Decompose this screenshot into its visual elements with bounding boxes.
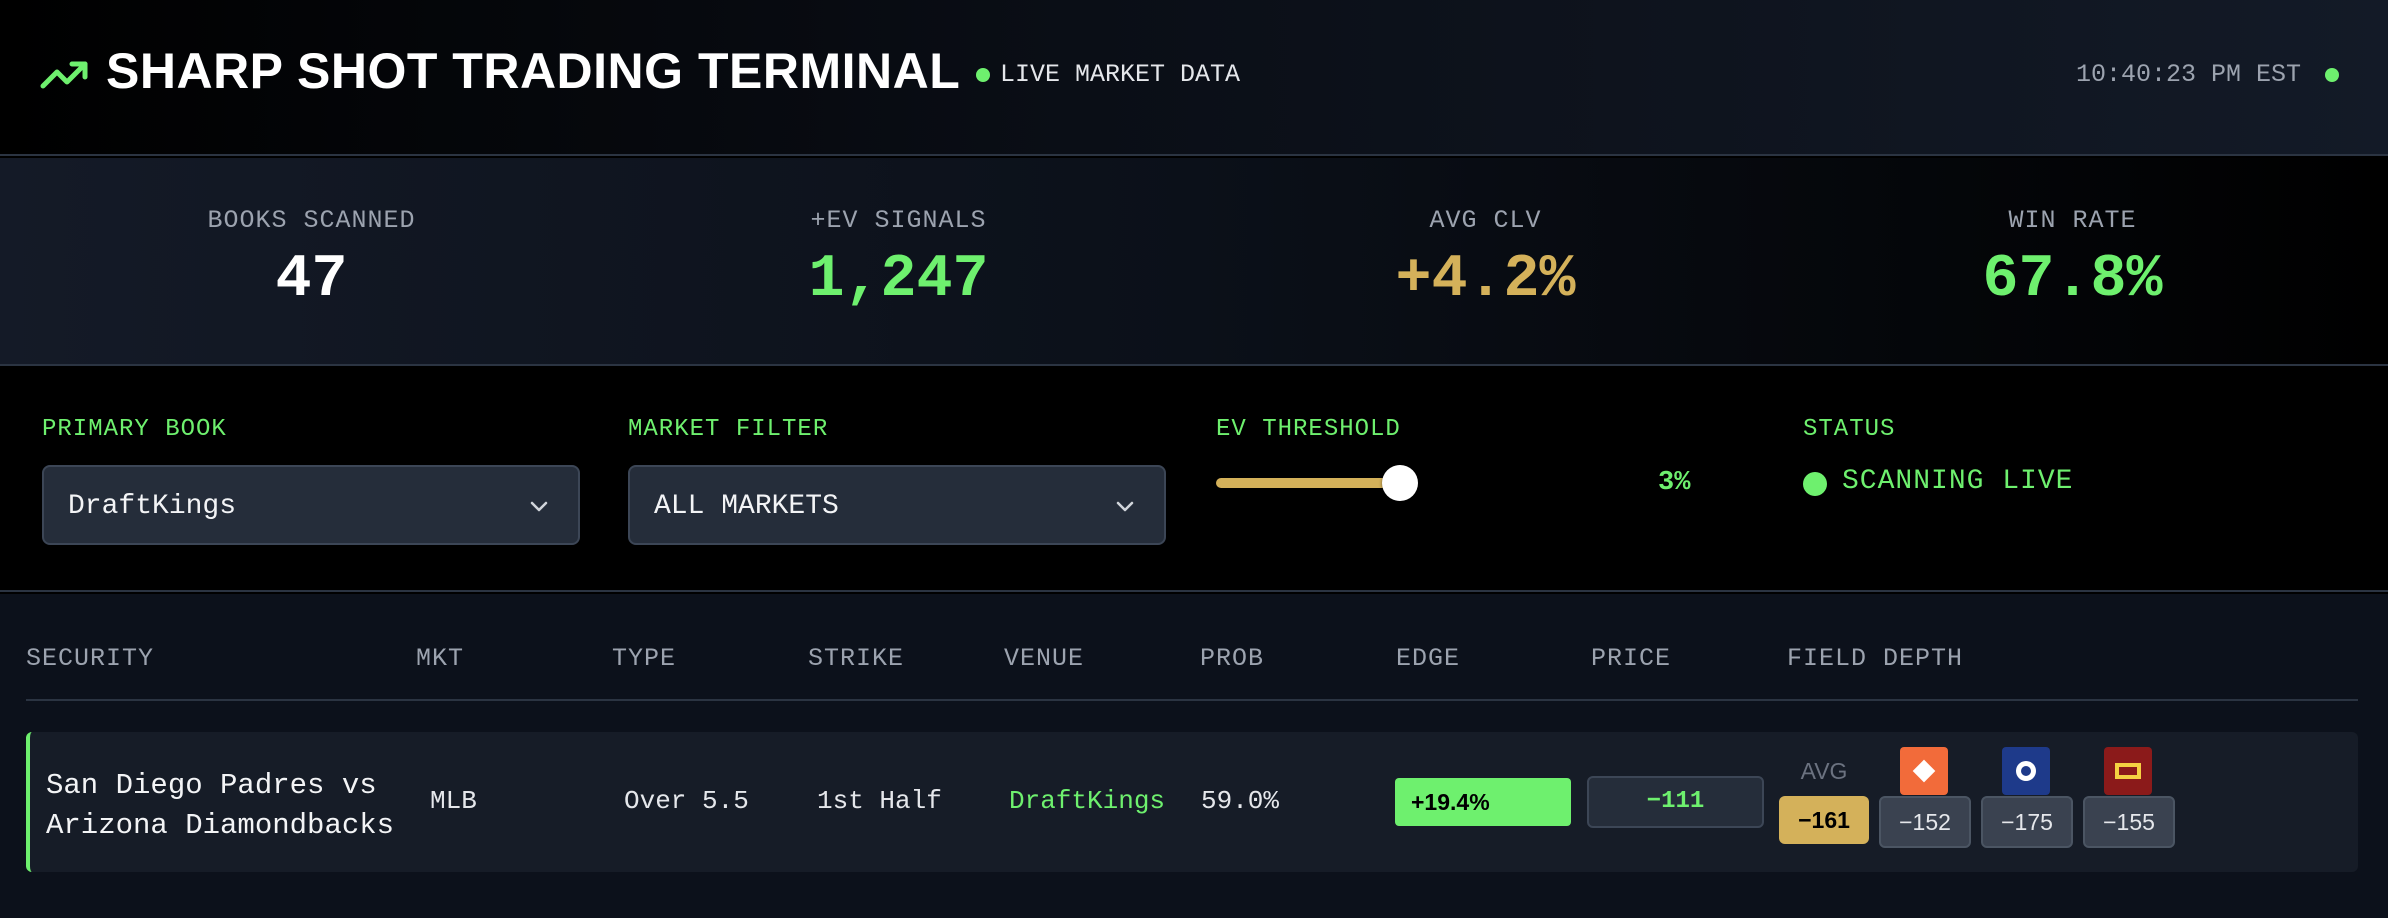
stat-ev-signals: +EV SIGNALS 1,247 <box>605 158 1192 366</box>
security-name: San Diego Padres vs Arizona Diamondbacks <box>46 769 395 842</box>
primary-book-label: PRIMARY BOOK <box>42 416 227 443</box>
chevron-down-icon <box>530 501 548 512</box>
stat-label: BOOKS SCANNED <box>207 206 416 235</box>
ev-threshold-value: 3% <box>1658 468 1691 498</box>
column-header-security[interactable]: SECURITY <box>26 644 154 673</box>
stat-label: AVG CLV <box>1429 206 1542 235</box>
column-header-price[interactable]: PRICE <box>1591 644 1671 673</box>
column-header-mkt[interactable]: MKT <box>416 644 464 673</box>
stat-win-rate: WIN RATE 67.8% <box>1779 158 2366 366</box>
venue-cell: DraftKings <box>1009 786 1166 816</box>
primary-book-value: DraftKings <box>68 491 237 522</box>
market-filter-select[interactable]: ALL MARKETS <box>628 465 1166 545</box>
stat-label: WIN RATE <box>2008 206 2137 235</box>
header-divider <box>26 699 2358 701</box>
app-title: SHARP SHOT TRADING TERMINAL <box>106 43 961 99</box>
stat-value: 47 <box>275 246 348 314</box>
ev-threshold-slider-track[interactable] <box>1216 478 1400 488</box>
market-filter-label: MARKET FILTER <box>628 416 829 443</box>
controls-panel: PRIMARY BOOK DraftKings MARKET FILTER AL… <box>0 368 2388 592</box>
column-header-edge[interactable]: EDGE <box>1396 644 1460 673</box>
price-input[interactable]: −111 <box>1587 776 1764 828</box>
type-cell: Over 5.5 <box>624 786 749 816</box>
live-market-label: LIVE MARKET DATA <box>1000 60 1241 89</box>
field-depth-avg-label: AVG <box>1800 758 1848 784</box>
column-header-venue[interactable]: VENUE <box>1004 644 1084 673</box>
edge-badge: +19.4% <box>1395 778 1571 826</box>
chevron-down-icon <box>1116 501 1134 512</box>
book-price-1[interactable]: −152 <box>1879 796 1971 848</box>
trending-up-icon <box>40 61 88 89</box>
blue-ring-book-icon <box>2002 747 2050 795</box>
book-price-2[interactable]: −175 <box>1981 796 2073 848</box>
market-filter-value: ALL MARKETS <box>654 491 839 522</box>
column-header-field-depth[interactable]: FIELD DEPTH <box>1787 644 1963 673</box>
status-indicator-dot <box>1803 472 1827 496</box>
stat-value: 1,247 <box>808 246 989 314</box>
probability-cell: 59.0% <box>1201 786 1280 816</box>
stat-avg-clv: AVG CLV +4.2% <box>1192 158 1779 366</box>
status-label: STATUS <box>1803 416 1896 443</box>
live-indicator-dot <box>976 68 990 82</box>
field-depth-avg-value: −161 <box>1779 796 1869 844</box>
stat-value: +4.2% <box>1395 246 1576 314</box>
column-header-strike[interactable]: STRIKE <box>808 644 904 673</box>
ev-threshold-slider-handle[interactable] <box>1382 465 1418 501</box>
column-header-prob[interactable]: PROB <box>1200 644 1264 673</box>
stat-value: 67.8% <box>1982 246 2163 314</box>
market-cell: MLB <box>430 786 477 816</box>
strike-cell: 1st Half <box>817 786 942 816</box>
status-value: SCANNING LIVE <box>1842 466 2074 497</box>
connection-status-dot <box>2325 68 2339 82</box>
header-bar: SHARP SHOT TRADING TERMINAL LIVE MARKET … <box>0 0 2388 156</box>
stat-books-scanned: BOOKS SCANNED 47 <box>18 158 605 366</box>
clock-time: 10:40:23 PM EST <box>2076 60 2302 89</box>
primary-book-select[interactable]: DraftKings <box>42 465 580 545</box>
column-header-type[interactable]: TYPE <box>612 644 676 673</box>
orange-diamond-book-icon <box>1900 747 1948 795</box>
ev-threshold-label: EV THRESHOLD <box>1216 416 1401 443</box>
stat-label: +EV SIGNALS <box>810 206 987 235</box>
stats-panel: BOOKS SCANNED 47 +EV SIGNALS 1,247 AVG C… <box>0 158 2388 366</box>
book-price-3[interactable]: −155 <box>2083 796 2175 848</box>
red-rect-book-icon <box>2104 747 2152 795</box>
